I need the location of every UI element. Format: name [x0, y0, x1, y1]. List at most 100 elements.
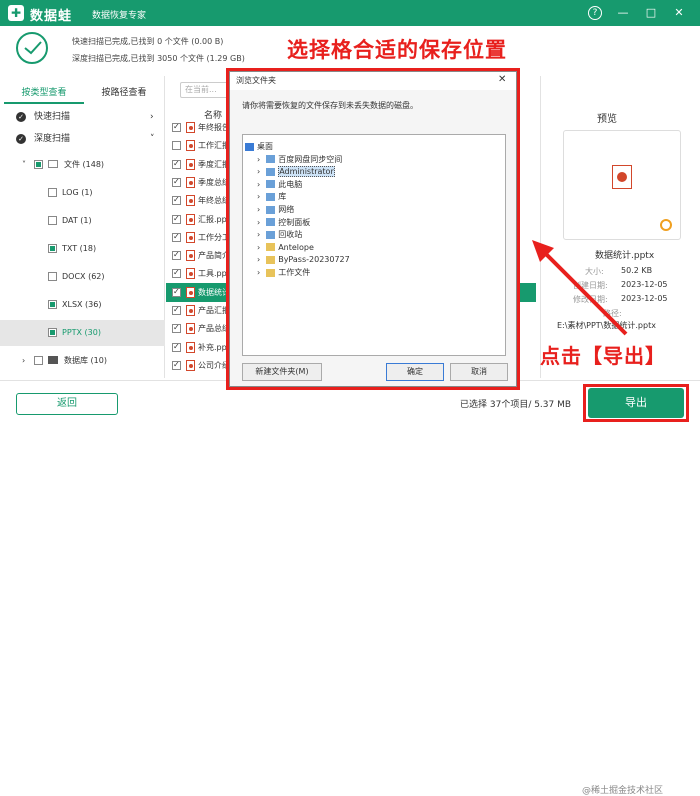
ppt-file-icon	[186, 213, 195, 225]
folder-tree-label: 网络	[278, 205, 295, 214]
help-icon[interactable]: ?	[588, 6, 602, 20]
tree-item-docx[interactable]: DOCX (62)	[0, 264, 165, 290]
folder-icon	[266, 255, 276, 264]
tree-label: XLSX (36)	[62, 300, 102, 309]
checkbox[interactable]	[172, 154, 181, 173]
ppt-file-icon	[186, 359, 195, 371]
tree-label: 文件 (148)	[64, 160, 105, 169]
checkbox[interactable]	[34, 160, 43, 169]
deep-scan-status: 深度扫描已完成,已找到 3050 个文件 (1.29 GB)	[72, 54, 245, 63]
tree-item-files[interactable]: ˅ 文件 (148)	[0, 152, 165, 178]
checkbox[interactable]	[48, 188, 57, 197]
ok-button[interactable]: 确定	[386, 363, 444, 381]
minimize-button[interactable]: —	[616, 6, 630, 20]
folder-tree-label: 工作文件	[278, 268, 311, 277]
tree-item-database[interactable]: › 数据库 (10)	[0, 348, 165, 374]
checkbox[interactable]	[172, 318, 181, 337]
folder-icon	[266, 268, 276, 277]
checkbox[interactable]	[172, 172, 181, 191]
database-icon	[48, 356, 58, 364]
ppt-file-icon	[612, 165, 632, 189]
zoom-icon[interactable]	[660, 219, 672, 231]
checkbox[interactable]	[48, 300, 57, 309]
folder-tree-item[interactable]: › 工作文件	[257, 267, 310, 279]
checkbox[interactable]	[172, 245, 181, 264]
new-folder-button[interactable]: 新建文件夹(M)	[242, 363, 322, 381]
ppt-file-icon	[186, 158, 195, 170]
tree-item-pptx[interactable]: PPTX (30)	[0, 320, 165, 346]
deep-scan-row[interactable]: ✓ 深度扫描 ˅	[0, 128, 165, 150]
checkbox[interactable]	[172, 117, 181, 136]
folder-tree-item[interactable]: › Antelope	[257, 242, 314, 254]
chevron-right-icon: ›	[257, 242, 261, 252]
chevron-right-icon: ›	[257, 205, 261, 214]
location-icon	[266, 205, 276, 214]
folder-tree-label: 百度网盘同步空间	[278, 154, 343, 164]
checkbox[interactable]	[48, 328, 57, 337]
folder-tree-label: 桌面	[257, 142, 273, 151]
location-icon	[266, 192, 276, 201]
checkbox[interactable]	[172, 263, 181, 282]
cancel-button[interactable]: 取消	[450, 363, 508, 381]
export-button[interactable]: 导出	[588, 388, 684, 418]
ppt-file-icon	[186, 305, 195, 316]
folder-icon	[266, 243, 276, 252]
tree-item-txt[interactable]: TXT (18)	[0, 236, 165, 262]
checkbox[interactable]	[172, 190, 181, 209]
tree-item-log[interactable]: LOG (1)	[0, 180, 165, 206]
folder-tree-item[interactable]: › 百度网盘同步空间	[257, 154, 342, 166]
folder-tree-item[interactable]: › 库	[257, 191, 286, 203]
tree-label: LOG (1)	[62, 188, 93, 197]
ppt-file-icon	[186, 140, 195, 152]
location-icon	[266, 218, 276, 227]
ppt-file-icon	[186, 176, 195, 188]
folder-tree-item[interactable]: › 回收站	[257, 229, 302, 241]
quick-scan-status: 快速扫描已完成,已找到 0 个文件 (0.00 B)	[72, 37, 224, 46]
preview-box	[563, 130, 681, 240]
annotation-title: 选择格合适的保存位置	[287, 38, 507, 62]
maximize-button[interactable]: □	[644, 6, 658, 20]
checkbox[interactable]	[172, 355, 181, 374]
chevron-right-icon: ›	[257, 192, 261, 202]
quick-scan-label: 快速扫描	[34, 112, 71, 122]
folder-icon	[48, 160, 58, 168]
folder-tree-label: ByPass-20230727	[278, 255, 350, 265]
tab-by-path[interactable]: 按路径查看	[84, 82, 164, 104]
tree-item-xlsx[interactable]: XLSX (36)	[0, 292, 165, 318]
checkbox[interactable]	[172, 209, 181, 228]
checkbox[interactable]	[172, 227, 181, 246]
close-button[interactable]: ✕	[672, 6, 686, 20]
chevron-right-icon: ›	[257, 167, 261, 177]
checkbox[interactable]	[172, 337, 181, 356]
dialog-close-icon[interactable]: ✕	[498, 74, 506, 85]
chevron-right-icon: ›	[150, 112, 154, 122]
folder-tree-item[interactable]: › 控制面板	[257, 217, 310, 229]
tab-by-type[interactable]: 按类型查看	[4, 82, 84, 104]
tree-label: 数据库 (10)	[64, 356, 107, 365]
back-button[interactable]: 返回	[16, 393, 118, 415]
ppt-file-icon	[186, 195, 195, 207]
chevron-right-icon: ›	[22, 356, 26, 365]
folder-tree-item[interactable]: › 此电脑	[257, 179, 302, 191]
app-name: 数据蛙	[30, 9, 73, 24]
chevron-right-icon: ›	[257, 268, 261, 277]
checkbox[interactable]	[48, 244, 57, 253]
folder-tree-label: 库	[278, 192, 287, 202]
location-icon	[245, 142, 254, 151]
folder-tree-item[interactable]: › 网络	[257, 204, 294, 216]
folder-tree-item[interactable]: › Administrator	[257, 166, 335, 178]
app-subtitle: 数据恢复专家	[92, 11, 147, 21]
quick-scan-row[interactable]: ✓ 快速扫描 ›	[0, 106, 165, 128]
folder-tree-item[interactable]: 桌面	[245, 141, 273, 153]
chevron-right-icon: ›	[257, 179, 261, 189]
checkbox[interactable]	[172, 300, 181, 319]
checkbox[interactable]	[172, 282, 181, 301]
checkbox[interactable]	[48, 216, 57, 225]
tree-item-dat[interactable]: DAT (1)	[0, 208, 165, 234]
ppt-file-icon	[186, 268, 195, 280]
tree-label: TXT (18)	[62, 244, 97, 253]
checkbox[interactable]	[172, 141, 181, 151]
checkbox[interactable]	[48, 272, 57, 281]
checkbox[interactable]	[34, 356, 43, 365]
folder-tree-item[interactable]: › ByPass-20230727	[257, 254, 350, 266]
